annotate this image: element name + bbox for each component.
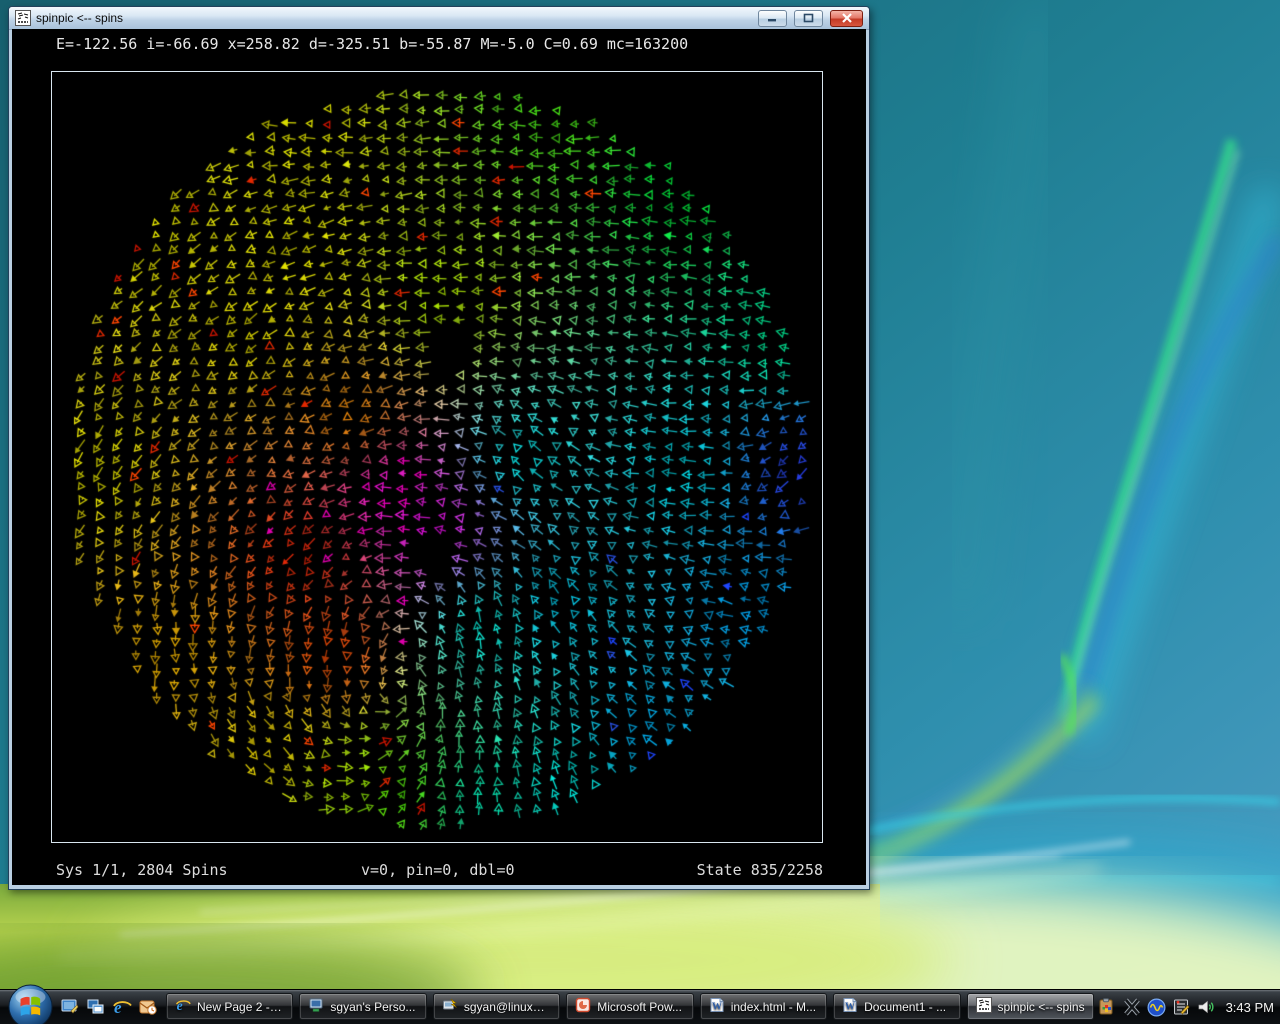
spin-field-frame: [51, 71, 823, 843]
state-counter: State 835/2258: [697, 861, 823, 879]
taskbar-button-2[interactable]: sgyan@linux1:...: [433, 993, 560, 1020]
powerpoint-icon: [575, 997, 591, 1016]
taskbar-button-3[interactable]: Microsoft Pow...: [566, 993, 693, 1020]
system-tray: 3:43 PM: [1097, 990, 1274, 1024]
window-titlebar[interactable]: spinpic <-- spins: [9, 7, 869, 30]
spin-canvas[interactable]: [52, 72, 822, 842]
wave-audio-tray-icon[interactable]: [1147, 997, 1167, 1017]
energy-status-line: E=-122.56 i=-66.69 x=258.82 d=-325.51 b=…: [56, 35, 688, 53]
svg-text:W: W: [845, 1002, 855, 1013]
taskbar-button-label: New Page 2 - I...: [197, 1000, 284, 1014]
taskbar-button-5[interactable]: W Document1 - ...: [833, 993, 960, 1020]
window-icon: [15, 10, 31, 26]
computer-icon: [308, 997, 324, 1016]
taskbar-button-1[interactable]: sgyan's Perso...: [299, 993, 426, 1020]
switch-windows-icon[interactable]: [86, 997, 106, 1017]
word-icon: W: [842, 997, 858, 1016]
word-icon: W: [709, 997, 725, 1016]
x-server-tray-icon[interactable]: [1122, 997, 1142, 1017]
taskbar-button-label: sgyan's Perso...: [330, 1000, 415, 1014]
desktop: { "window": { "title": "spinpic <-- spin…: [0, 0, 1280, 1024]
journal-notes-tray-icon[interactable]: [1172, 997, 1192, 1017]
minimize-button[interactable]: [758, 10, 787, 27]
taskbar-button-4[interactable]: Windex.html - M...: [700, 993, 827, 1020]
show-desktop-icon[interactable]: [60, 997, 80, 1017]
quick-launch-bar: e: [60, 990, 158, 1024]
system-spins-status: Sys 1/1, 2804 Spins: [56, 861, 228, 879]
spinpic-window: spinpic <-- spins E=-122.56 i=-66.69 x=2…: [8, 6, 870, 890]
spinpic-icon: [976, 997, 992, 1016]
clock[interactable]: 3:43 PM: [1226, 1000, 1274, 1015]
taskbar-button-label: Microsoft Pow...: [597, 1000, 682, 1014]
task-button-strip: e New Page 2 - I... sgyan's Perso... sgyan@…: [166, 993, 1094, 1020]
ssh-icon: [442, 997, 458, 1016]
pin-status: v=0, pin=0, dbl=0: [361, 861, 515, 879]
taskbar-button-spinpic[interactable]: spinpic <-- spins: [967, 993, 1094, 1020]
clipboard-sync-tray-icon[interactable]: [1097, 997, 1117, 1017]
svg-text:e: e: [114, 998, 122, 1016]
taskbar-button-label: Document1 - ...: [864, 1000, 946, 1014]
taskbar-button-label: spinpic <-- spins: [998, 1000, 1085, 1014]
close-icon: [841, 13, 853, 23]
window-client-area: E=-122.56 i=-66.69 x=258.82 d=-325.51 b=…: [12, 29, 866, 885]
maximize-button[interactable]: [794, 10, 823, 27]
svg-text:e: e: [177, 998, 183, 1013]
window-title: spinpic <-- spins: [36, 11, 751, 25]
internet-explorer-icon[interactable]: e: [112, 997, 132, 1017]
maximize-icon: [803, 13, 814, 23]
minimize-icon: [767, 14, 778, 23]
taskbar-button-label: index.html - M...: [731, 1000, 816, 1014]
svg-text:W: W: [712, 1002, 722, 1013]
outlook-icon[interactable]: [138, 997, 158, 1017]
taskbar: e e New Page 2 - I... sgyan's Perso... sgya…: [0, 989, 1280, 1024]
close-button[interactable]: [830, 10, 863, 27]
start-button[interactable]: [8, 984, 53, 1024]
taskbar-button-label: sgyan@linux1:...: [464, 1000, 551, 1014]
volume-icon[interactable]: [1197, 997, 1217, 1017]
ie-icon: e: [175, 997, 191, 1016]
taskbar-button-0[interactable]: e New Page 2 - I...: [166, 993, 293, 1020]
